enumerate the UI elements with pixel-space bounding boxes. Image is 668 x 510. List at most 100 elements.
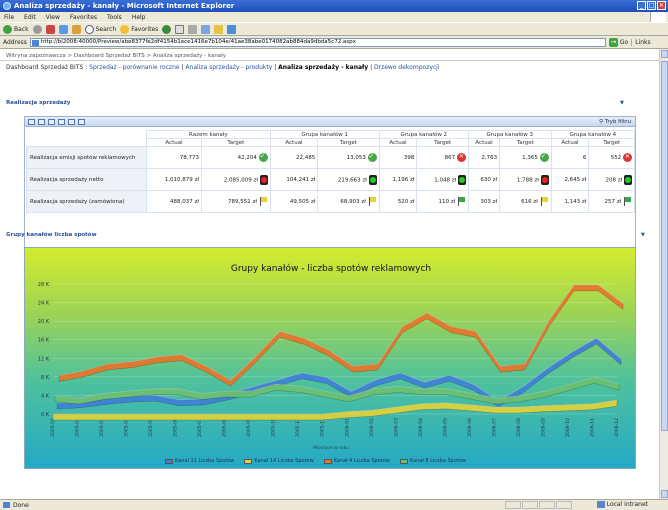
table-row[interactable]: Realizacja sprzedaży (zamówiona) 488,037 … bbox=[26, 190, 635, 213]
menu-favorites[interactable]: Favorites bbox=[70, 14, 97, 21]
actual-cell: 2,645 zł bbox=[550, 168, 590, 191]
status-bar: Done Local intranet bbox=[0, 499, 668, 510]
expand-icon[interactable] bbox=[28, 119, 35, 125]
status-page-icon bbox=[3, 502, 10, 508]
messenger-button[interactable] bbox=[227, 24, 237, 34]
search-icon bbox=[84, 24, 94, 34]
table-row[interactable]: Realizacja sprzedaży netto 1,010,879 zł 2,… bbox=[26, 168, 635, 191]
favorites-button[interactable]: Favorites bbox=[120, 24, 159, 34]
zone-label: Local intranet bbox=[606, 501, 648, 508]
y-tick-label: 28 K bbox=[38, 282, 50, 288]
group-header-3: Grupa kanałów 3 bbox=[467, 130, 552, 139]
group-header-1: Grupa kanałów 1 bbox=[269, 130, 380, 139]
intranet-icon bbox=[596, 501, 605, 508]
y-tick-label: 4 K bbox=[41, 393, 50, 399]
scroll-down-icon[interactable] bbox=[661, 490, 668, 498]
scorecard-table: Razem kanały Grupa kanałów 1 Grupa kanał… bbox=[26, 130, 636, 213]
menu-help[interactable]: Help bbox=[132, 14, 146, 21]
sub-header-target: Target bbox=[499, 138, 552, 147]
forward-button[interactable] bbox=[32, 24, 42, 34]
actual-cell: 22,485 bbox=[269, 146, 319, 169]
export-icon[interactable] bbox=[78, 119, 85, 125]
nav-link-channels[interactable]: Analiza sprzedaży - kanały bbox=[278, 64, 368, 71]
search-button[interactable]: Search bbox=[84, 24, 116, 34]
folder-button[interactable] bbox=[214, 24, 224, 34]
home-button[interactable] bbox=[71, 24, 81, 34]
group-header-row: Razem kanały Grupa kanałów 1 Grupa kanał… bbox=[27, 130, 636, 139]
nav-prefix: Dashboard Sprzedaż BITS : bbox=[6, 64, 88, 71]
target-value: 13,053 bbox=[346, 155, 368, 161]
media-button[interactable] bbox=[162, 24, 172, 34]
breadcrumb: Witryna zapoznawcza > Dashboard Sprzedaż… bbox=[6, 53, 226, 59]
y-tick-label: 12 K bbox=[38, 356, 50, 362]
columns-icon[interactable] bbox=[58, 119, 65, 125]
x-tick-label: 2005-01 bbox=[50, 418, 56, 437]
mail-button[interactable] bbox=[175, 24, 185, 34]
traffic-light-red-icon bbox=[259, 174, 268, 185]
back-button[interactable]: Back bbox=[3, 24, 29, 34]
y-tick-label: 0 K bbox=[41, 412, 50, 418]
target-cell: 1,365 bbox=[499, 146, 552, 169]
sort-icon[interactable] bbox=[48, 119, 55, 125]
menu-edit[interactable]: Edit bbox=[24, 14, 36, 21]
maximize-button[interactable]: □ bbox=[647, 1, 656, 10]
menu-view[interactable]: View bbox=[46, 14, 60, 21]
legend-swatch bbox=[323, 458, 332, 464]
target-value: 2,085,009 zł bbox=[223, 177, 260, 183]
chart-panel: Grupy kanałów - liczba spotów reklamowyc… bbox=[24, 247, 636, 469]
stop-button[interactable] bbox=[45, 24, 55, 34]
scroll-up-icon[interactable] bbox=[661, 50, 668, 58]
nav-link-products[interactable]: Analiza sprzedaży - produkty bbox=[185, 64, 272, 71]
links-button[interactable]: Links bbox=[631, 38, 651, 46]
header-empty bbox=[27, 131, 147, 139]
sub-header-actual: Actual bbox=[550, 138, 590, 147]
x-tick-label: 2006-04 bbox=[418, 418, 424, 437]
flag-green-icon bbox=[457, 197, 466, 206]
windows-logo-icon bbox=[650, 12, 666, 22]
chart-icon[interactable] bbox=[68, 119, 75, 125]
x-tick-label: 2006-10 bbox=[565, 418, 571, 437]
scroll-thumb[interactable] bbox=[661, 61, 668, 431]
filter-mode-button[interactable]: ⚲ Tryb filtru bbox=[599, 119, 631, 125]
scorecard-section-title[interactable]: Realizacja sprzedaży bbox=[6, 100, 70, 106]
go-button[interactable]: → Go bbox=[608, 37, 628, 47]
row-label[interactable]: Realizacja sprzedaży netto bbox=[26, 168, 147, 191]
nav-link-decomposition[interactable]: Drzewo dekompozycji bbox=[374, 64, 440, 71]
table-row[interactable]: Realizacja emisji spotów reklamowych 78,7… bbox=[26, 146, 635, 169]
legend-swatch bbox=[399, 458, 408, 464]
close-button[interactable]: ✕ bbox=[657, 1, 666, 10]
stop-icon bbox=[45, 24, 55, 34]
minimize-button[interactable]: _ bbox=[637, 1, 646, 10]
vertical-scrollbar[interactable] bbox=[659, 49, 668, 499]
chart-section-title[interactable]: Grupy kanałów liczba spotów bbox=[6, 232, 97, 238]
favorites-label: Favorites bbox=[131, 25, 159, 33]
x-tick-label: 2005-08 bbox=[222, 418, 228, 437]
status-cell bbox=[505, 501, 521, 509]
target-cell: 1,048 zł bbox=[416, 168, 469, 191]
chart-menu-arrow-icon[interactable]: ▼ bbox=[641, 232, 645, 238]
target-cell: 110 zł bbox=[416, 190, 469, 213]
target-value: 789,551 zł bbox=[227, 199, 259, 205]
row-label[interactable]: Realizacja emisji spotów reklamowych bbox=[26, 146, 147, 169]
address-input[interactable]: http://bi2008:40000/Preview/abe8377fe2df… bbox=[29, 37, 606, 47]
browser-toolbar: Back Search Favorites bbox=[0, 22, 668, 36]
folder-icon bbox=[214, 24, 224, 34]
menu-tools[interactable]: Tools bbox=[107, 14, 122, 21]
menu-file[interactable]: File bbox=[4, 14, 14, 21]
print-button[interactable] bbox=[188, 24, 198, 34]
dashboard-nav: Dashboard Sprzedaż BITS : Sprzedaż - por… bbox=[6, 64, 440, 71]
edit-button[interactable] bbox=[201, 24, 211, 34]
row-label[interactable]: Realizacja sprzedaży (zamówiona) bbox=[26, 190, 147, 213]
go-arrow-icon: → bbox=[608, 37, 618, 47]
scorecard-menu-arrow-icon[interactable]: ▼ bbox=[620, 100, 624, 106]
breadcrumb-divider bbox=[0, 60, 659, 61]
legend-label: Kanał 4 Liczba Spotów bbox=[333, 458, 390, 464]
status-cell bbox=[522, 501, 538, 509]
actual-cell: 104,241 zł bbox=[269, 168, 319, 191]
address-label: Address bbox=[3, 38, 27, 46]
collapse-icon[interactable] bbox=[38, 119, 45, 125]
traffic-light-green-icon bbox=[624, 174, 632, 185]
nav-link-yearly[interactable]: Sprzedaż - porównanie roczne bbox=[89, 64, 179, 71]
forward-arrow-icon bbox=[32, 24, 42, 34]
refresh-button[interactable] bbox=[58, 24, 68, 34]
